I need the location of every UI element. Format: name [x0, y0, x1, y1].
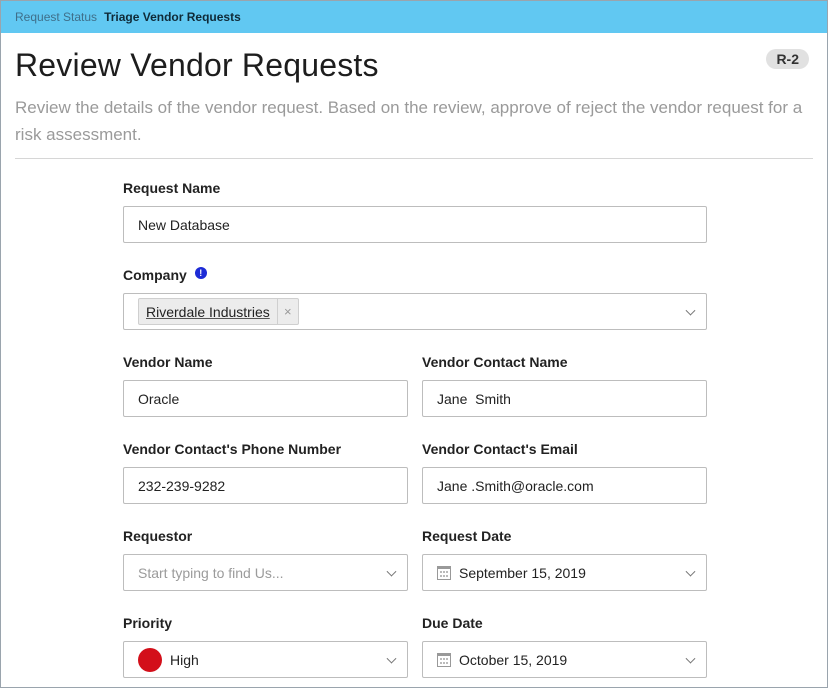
- vendor-email-input[interactable]: Jane .Smith@oracle.com: [422, 467, 707, 504]
- requestor-placeholder: Start typing to find Us...: [138, 564, 284, 581]
- priority-group: Priority High: [123, 614, 408, 678]
- priority-value: High: [170, 651, 199, 668]
- company-label: Company: [123, 267, 187, 283]
- page-header: Review Vendor Requests R-2 Review the de…: [1, 33, 827, 148]
- due-date-label: Due Date: [422, 615, 483, 631]
- requestor-select[interactable]: Start typing to find Us...: [123, 554, 408, 591]
- chevron-down-icon[interactable]: [685, 566, 696, 577]
- vendor-email-value: Jane .Smith@oracle.com: [437, 477, 594, 494]
- requestor-row: Requestor Start typing to find Us... Req…: [123, 527, 707, 591]
- company-group: Company ! Riverdale Industries ×: [123, 266, 707, 330]
- due-date-picker[interactable]: October 15, 2019: [422, 641, 707, 678]
- vendor-name-input[interactable]: Oracle: [123, 380, 408, 417]
- request-date-picker[interactable]: September 15, 2019: [422, 554, 707, 591]
- vendor-phone-group: Vendor Contact's Phone Number 232-239-92…: [123, 440, 408, 504]
- priority-row: Priority High Due Date October 15, 2019: [123, 614, 707, 678]
- requestor-label: Requestor: [123, 528, 193, 544]
- vendor-name-value: Oracle: [138, 390, 180, 407]
- page-description: Review the details of the vendor request…: [15, 98, 803, 144]
- contact-row: Vendor Contact's Phone Number 232-239-92…: [123, 440, 707, 504]
- vendor-name-label: Vendor Name: [123, 354, 213, 370]
- breadcrumb-current: Triage Vendor Requests: [104, 10, 241, 24]
- vendor-email-group: Vendor Contact's Email Jane .Smith@oracl…: [422, 440, 707, 504]
- calendar-icon: [437, 565, 451, 580]
- breadcrumb: Request Status Triage Vendor Requests: [1, 1, 827, 33]
- request-date-value: September 15, 2019: [459, 564, 586, 581]
- due-date-value: October 15, 2019: [459, 651, 568, 668]
- company-tag-label[interactable]: Riverdale Industries: [139, 299, 278, 324]
- record-badge: R-2: [766, 49, 809, 69]
- priority-select[interactable]: High: [123, 641, 408, 678]
- vendor-contact-name-value: Jane Smith: [437, 390, 511, 407]
- breadcrumb-parent[interactable]: Request Status: [15, 10, 97, 24]
- vendor-phone-value: 232-239-9282: [138, 477, 226, 494]
- vendor-contact-name-input[interactable]: Jane Smith: [422, 380, 707, 417]
- info-icon[interactable]: !: [194, 267, 207, 279]
- header-divider: [15, 158, 813, 159]
- vendor-name-group: Vendor Name Oracle: [123, 353, 408, 417]
- priority-indicator: [138, 647, 162, 672]
- chevron-down-icon[interactable]: [386, 653, 397, 664]
- requestor-group: Requestor Start typing to find Us...: [123, 527, 408, 591]
- company-tag: Riverdale Industries ×: [138, 298, 299, 325]
- chevron-down-icon[interactable]: [685, 653, 696, 664]
- chevron-down-icon[interactable]: [685, 305, 696, 316]
- tag-remove-icon[interactable]: ×: [278, 299, 298, 324]
- vendor-phone-label: Vendor Contact's Phone Number: [123, 441, 342, 457]
- vendor-contact-name-label: Vendor Contact Name: [422, 354, 568, 370]
- calendar-icon: [437, 652, 451, 667]
- vendor-contact-name-group: Vendor Contact Name Jane Smith: [422, 353, 707, 417]
- priority-label: Priority: [123, 615, 173, 631]
- company-label-row: Company !: [123, 266, 707, 284]
- request-date-group: Request Date September 15, 2019: [422, 527, 707, 591]
- vendor-phone-input[interactable]: 232-239-9282: [123, 467, 408, 504]
- request-date-label: Request Date: [422, 528, 512, 544]
- request-name-value: New Database: [138, 216, 230, 233]
- chevron-down-icon[interactable]: [386, 566, 397, 577]
- vendor-row: Vendor Name Oracle Vendor Contact Name J…: [123, 353, 707, 417]
- request-name-label: Request Name: [123, 180, 221, 196]
- vendor-request-form: Request Name New Database Company ! Rive…: [123, 179, 707, 687]
- vendor-email-label: Vendor Contact's Email: [422, 441, 578, 457]
- request-name-input[interactable]: New Database: [123, 206, 707, 243]
- due-date-group: Due Date October 15, 2019: [422, 614, 707, 678]
- request-name-group: Request Name New Database: [123, 179, 707, 243]
- company-select[interactable]: Riverdale Industries ×: [123, 293, 707, 330]
- app-window: Request Status Triage Vendor Requests Re…: [0, 0, 828, 688]
- page-title: Review Vendor Requests: [15, 47, 379, 83]
